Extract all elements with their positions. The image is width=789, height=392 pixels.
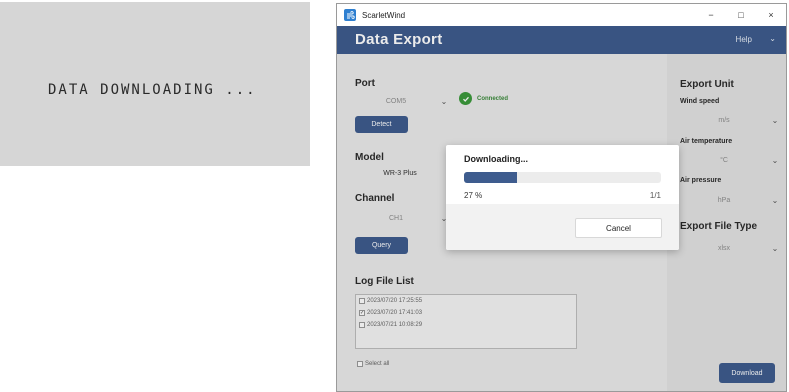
title-bar: ScarletWind − □ × — [337, 4, 786, 26]
progress-count: 1/1 — [649, 191, 661, 200]
download-progress-dialog: Downloading... 27 % 1/1 Cancel — [446, 145, 679, 250]
maximize-button[interactable]: □ — [726, 4, 756, 26]
progress-percent: 27 % — [464, 191, 483, 200]
minimize-button[interactable]: − — [696, 4, 726, 26]
app-name: ScarletWind — [362, 10, 406, 20]
lcd-status-text: DATA DOWNLOADING ... — [48, 82, 257, 98]
close-button[interactable]: × — [756, 4, 786, 26]
wind-app-icon — [344, 9, 356, 21]
progress-bar — [464, 172, 661, 183]
progress-bar-fill — [464, 172, 518, 183]
lcd-display: DATA DOWNLOADING ... — [0, 2, 310, 166]
cancel-button[interactable]: Cancel — [575, 218, 662, 238]
dialog-title: Downloading... — [464, 154, 528, 164]
